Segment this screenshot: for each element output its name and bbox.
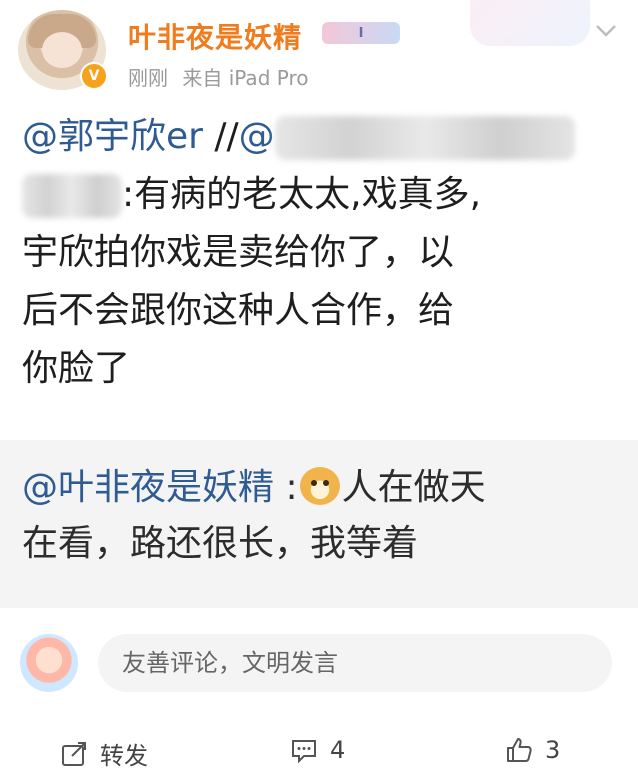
quoted-colon: : [274, 467, 298, 508]
like-button[interactable]: 3 [505, 736, 560, 764]
comment-input[interactable]: 友善评论，文明发言 [98, 634, 612, 692]
post-line-4: 后不会跟你这种人合作，给 [22, 290, 455, 331]
username[interactable]: 叶非夜是妖精 [128, 16, 302, 56]
blurred-username [274, 116, 575, 160]
doge-emoji-icon [299, 467, 340, 505]
post-header: V 叶非夜是妖精 I 刚刚 来自 iPad Pro [0, 0, 638, 108]
post-line-5: 你脸了 [22, 348, 131, 389]
post-line-1: @郭宇欣er //@ [22, 108, 622, 166]
current-user-avatar [20, 634, 78, 692]
level-badge: I [322, 22, 400, 44]
quoted-line-1-text: 人在做天 [341, 467, 486, 508]
quoted-mention-link[interactable]: @叶非夜是妖精 [22, 467, 274, 508]
repost-label: 转发 [100, 742, 148, 770]
quoted-line-1: @叶非夜是妖精 : 人在做天 [22, 460, 622, 516]
post-time: 刚刚 [128, 66, 168, 90]
quoted-post[interactable]: @叶非夜是妖精 : 人在做天 在看，路还很长，我等着 [0, 440, 638, 608]
post-meta: 刚刚 来自 iPad Pro [128, 62, 316, 91]
post-body: @郭宇欣er //@ :有病的老太太,戏真多, 宇欣拍你戏是卖给你了，以 后不会… [22, 108, 622, 398]
repost-button[interactable]: 转发 [60, 736, 148, 771]
post-line-3: 宇欣拍你戏是卖给你了，以 [22, 232, 455, 273]
verified-badge-icon: V [80, 62, 108, 90]
thumbs-up-icon [507, 738, 532, 762]
comment-row: 友善评论，文明发言 [0, 628, 638, 698]
action-bar: 转发 4 3 [0, 718, 638, 783]
post-line-2-text: :有病的老太太,戏真多, [122, 174, 482, 215]
repost-separator: // [214, 116, 239, 157]
blurred-username-tail [22, 174, 122, 218]
repost-at-fragment: @ [238, 116, 275, 157]
comment-count: 4 [330, 736, 346, 764]
post-line-2: :有病的老太太,戏真多, [22, 166, 622, 224]
like-count: 3 [545, 736, 561, 764]
quoted-line-2: 在看，路还很长，我等着 [22, 523, 419, 564]
comment-button[interactable]: 4 [290, 736, 345, 764]
comment-icon [292, 740, 316, 764]
decoration-sticker [470, 0, 590, 46]
post-source: 来自 iPad Pro [182, 66, 309, 90]
chevron-down-icon[interactable] [592, 16, 620, 44]
quoted-text: @叶非夜是妖精 : 人在做天 在看，路还很长，我等着 [22, 460, 622, 572]
mention-link[interactable]: @郭宇欣er [22, 116, 203, 157]
repost-icon [62, 741, 86, 766]
